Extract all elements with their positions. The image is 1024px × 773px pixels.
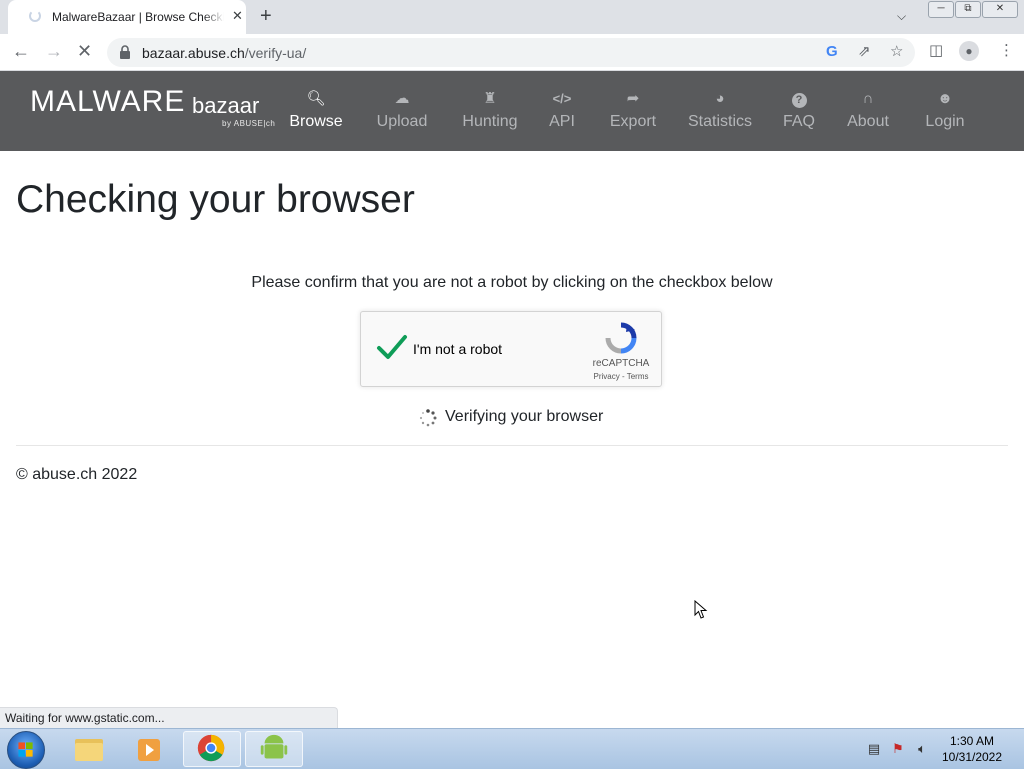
back-arrow-icon[interactable]: ← bbox=[12, 41, 30, 61]
page-title: Checking your browser bbox=[16, 178, 415, 221]
android-icon bbox=[260, 734, 288, 759]
browser-tab[interactable]: MalwareBazaar | Browse Checking your bro… bbox=[8, 0, 246, 34]
browser-toolbar: ← → ✕ bazaar.abuse.ch/verify-ua/ G ⇗ ☆ ◫… bbox=[0, 34, 1024, 71]
nav-api-label: API bbox=[549, 113, 575, 130]
recaptcha-label: I'm not a robot bbox=[413, 341, 503, 357]
url-host: bazaar.abuse.ch bbox=[142, 45, 245, 61]
close-window-icon[interactable]: ✕ bbox=[982, 1, 1018, 18]
url-path: /verify-ua/ bbox=[244, 45, 307, 61]
clock-date: 10/31/2022 bbox=[941, 750, 1003, 764]
nav-login[interactable]: ☻ Login bbox=[922, 71, 968, 151]
share-icon[interactable]: ⇗ bbox=[858, 44, 871, 60]
search-icon: 🔍︎ bbox=[306, 90, 326, 107]
windows-logo-icon bbox=[18, 742, 33, 757]
nav-faq-label: FAQ bbox=[782, 113, 815, 130]
chess-rook-icon: ♜ bbox=[483, 90, 497, 107]
nav-statistics[interactable]: ◕ Statistics bbox=[686, 71, 754, 151]
action-center-flag-icon[interactable]: ⚑ bbox=[890, 741, 906, 757]
nav-hunting-label: Hunting bbox=[462, 113, 518, 130]
logo-bazaar[interactable]: bazaar bbox=[192, 93, 259, 119]
footer-copyright: © abuse.ch 2022 bbox=[16, 466, 138, 483]
site-navbar: MALWARE bazaar by ABUSE|ch 🔍︎ Browse ☁ U… bbox=[0, 71, 1024, 151]
verify-text: Verifying your browser bbox=[445, 408, 604, 425]
chrome-icon bbox=[197, 734, 225, 762]
confirm-instructions: Please confirm that you are not a robot … bbox=[251, 274, 773, 291]
checkmark-icon[interactable] bbox=[375, 332, 409, 362]
google-translate-icon[interactable]: G bbox=[826, 44, 838, 60]
minimize-window-icon[interactable]: ─ bbox=[928, 1, 954, 18]
side-panel-icon[interactable]: ◫ bbox=[929, 43, 943, 59]
taskbar-explorer[interactable] bbox=[60, 731, 118, 767]
user-icon: ☻ bbox=[937, 90, 953, 107]
nav-browse-label: Browse bbox=[289, 113, 343, 130]
volume-icon[interactable]: 🔈︎ bbox=[914, 741, 930, 757]
nav-browse[interactable]: 🔍︎ Browse bbox=[288, 71, 344, 151]
nav-login-label: Login bbox=[925, 113, 965, 130]
logo-byline: by ABUSE|ch bbox=[222, 119, 276, 128]
code-icon: </> bbox=[552, 91, 572, 106]
clock-time: 1:30 AM bbox=[949, 734, 995, 748]
taskbar-chrome[interactable] bbox=[183, 731, 241, 767]
lock-icon[interactable] bbox=[119, 45, 131, 59]
nav-api[interactable]: </> API bbox=[544, 71, 580, 151]
tab-search-icon[interactable]: ⌵ bbox=[897, 9, 906, 24]
media-player-icon bbox=[138, 739, 160, 761]
browser-status-bubble: Waiting for www.gstatic.com... bbox=[0, 707, 338, 728]
menu-kebab-icon[interactable]: ⋮ bbox=[999, 43, 1014, 59]
cloud-upload-icon: ☁ bbox=[394, 90, 410, 107]
recaptcha-widget[interactable]: I'm not a robot reCAPTCHA Privacy - Term… bbox=[360, 311, 662, 387]
nav-about[interactable]: ∩ About bbox=[843, 71, 893, 151]
file-export-icon: ➦ bbox=[626, 90, 640, 107]
taskbar-android-app[interactable] bbox=[245, 731, 303, 767]
nav-upload[interactable]: ☁ Upload bbox=[372, 71, 432, 151]
address-bar[interactable]: bazaar.abuse.ch/verify-ua/ G ⇗ ☆ bbox=[107, 38, 915, 67]
folder-icon bbox=[75, 739, 103, 761]
profile-avatar-icon[interactable]: ● bbox=[959, 41, 979, 61]
recaptcha-logo-icon bbox=[605, 322, 637, 354]
browser-tab-strip: MalwareBazaar | Browse Checking your bro… bbox=[0, 0, 1024, 34]
system-clock[interactable]: 1:30 AM 10/31/2022 bbox=[932, 733, 1012, 765]
spinner-icon bbox=[419, 409, 437, 427]
question-circle-icon: ? bbox=[780, 89, 818, 109]
recaptcha-brand: reCAPTCHA bbox=[592, 358, 650, 369]
new-tab-button[interactable]: + bbox=[260, 6, 272, 26]
mouse-cursor-icon bbox=[694, 600, 708, 619]
nav-about-label: About bbox=[847, 113, 889, 130]
nav-upload-label: Upload bbox=[376, 113, 428, 130]
footer-divider bbox=[16, 445, 1008, 446]
logo-malware[interactable]: MALWARE bbox=[30, 85, 185, 119]
nav-statistics-label: Statistics bbox=[687, 113, 752, 130]
tab-title: MalwareBazaar | Browse Checking your bro… bbox=[52, 10, 224, 24]
tab-close-icon[interactable]: ✕ bbox=[232, 9, 243, 23]
stop-loading-icon[interactable]: ✕ bbox=[77, 41, 92, 61]
windows-taskbar: ▤ ⚑ 🔈︎ 1:30 AM 10/31/2022 bbox=[0, 728, 1024, 769]
taskbar-media-player[interactable] bbox=[121, 731, 179, 767]
nav-hunting[interactable]: ♜ Hunting bbox=[458, 71, 522, 151]
nav-export[interactable]: ➦ Export bbox=[606, 71, 660, 151]
nav-export-label: Export bbox=[609, 113, 657, 130]
network-icon[interactable]: ▤ bbox=[866, 741, 882, 757]
start-button[interactable] bbox=[7, 731, 45, 769]
forward-arrow-icon[interactable]: → bbox=[45, 41, 63, 61]
loading-spinner-icon bbox=[29, 10, 41, 22]
url-text[interactable]: bazaar.abuse.ch/verify-ua/ bbox=[142, 45, 306, 61]
nav-faq[interactable]: ? FAQ bbox=[780, 71, 818, 151]
restore-window-icon[interactable]: ⧉ bbox=[955, 1, 981, 18]
bookmark-star-icon[interactable]: ☆ bbox=[890, 44, 903, 60]
recaptcha-privacy-terms[interactable]: Privacy - Terms bbox=[581, 372, 661, 381]
archway-icon: ∩ bbox=[862, 90, 874, 107]
pie-chart-icon: ◕ bbox=[715, 90, 725, 107]
